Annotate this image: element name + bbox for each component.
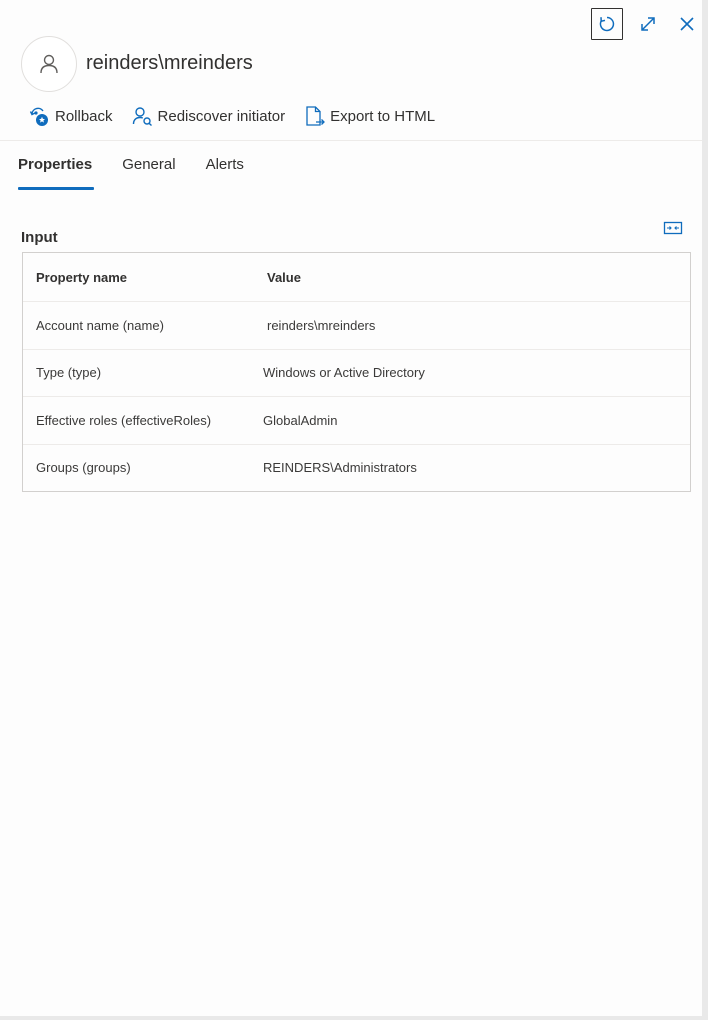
details-panel: reinders\mreinders Rollback Rediscover i…	[0, 0, 708, 1020]
expand-icon	[641, 17, 655, 31]
collapse-icon	[663, 221, 683, 235]
table-row: Account name (name) reinders\mreinders	[23, 301, 690, 349]
close-button[interactable]	[671, 8, 703, 40]
property-value-cell: reinders\mreinders	[267, 317, 376, 333]
rollback-label: Rollback	[55, 107, 113, 125]
action-toolbar: Rollback Rediscover initiator Export to …	[28, 102, 435, 130]
property-name-cell: Type (type)	[36, 365, 102, 381]
table-row: Effective roles (effectiveRoles) GlobalA…	[23, 396, 690, 444]
table-header-row: Property name Value	[23, 253, 690, 301]
column-header-property-name: Property name	[36, 269, 128, 285]
column-header-value: Value	[267, 269, 301, 285]
tab-properties[interactable]: Properties	[18, 156, 95, 190]
property-name-cell: Groups (groups)	[36, 460, 131, 476]
export-icon	[303, 105, 326, 127]
export-to-html-button[interactable]: Export to HTML	[303, 105, 435, 127]
person-icon	[40, 54, 58, 74]
property-name-cell: Effective roles (effectiveRoles)	[36, 412, 212, 428]
section-title-input: Input	[21, 229, 58, 246]
property-value-cell: REINDERS\Administrators	[263, 460, 417, 476]
table-row: Type (type) Windows or Active Directory	[23, 348, 690, 397]
tab-bar: Properties General Alerts	[18, 156, 244, 190]
rollback-button[interactable]: Rollback	[28, 105, 113, 127]
export-to-html-label: Export to HTML	[330, 107, 436, 125]
collapse-columns-button[interactable]	[662, 218, 684, 238]
tab-alerts[interactable]: Alerts	[206, 156, 244, 190]
property-name-cell: Account name (name)	[36, 317, 164, 333]
property-value-cell: GlobalAdmin	[263, 412, 338, 428]
rediscover-icon	[131, 105, 153, 127]
rollback-icon	[28, 105, 50, 127]
refresh-icon	[599, 16, 615, 32]
rediscover-initiator-label: Rediscover initiator	[157, 107, 286, 125]
table-row: Groups (groups) REINDERS\Administrators	[23, 443, 690, 492]
expand-button[interactable]	[632, 8, 664, 40]
refresh-button[interactable]	[591, 8, 623, 40]
close-icon	[680, 17, 694, 31]
properties-table: Property name Value Account name (name) …	[22, 252, 691, 492]
avatar	[21, 36, 77, 92]
page-title: reinders\mreinders	[86, 52, 253, 74]
property-value-cell: Windows or Active Directory	[263, 365, 425, 381]
rediscover-initiator-button[interactable]: Rediscover initiator	[131, 105, 286, 127]
header-divider	[0, 140, 702, 141]
tab-general[interactable]: General	[122, 156, 175, 190]
